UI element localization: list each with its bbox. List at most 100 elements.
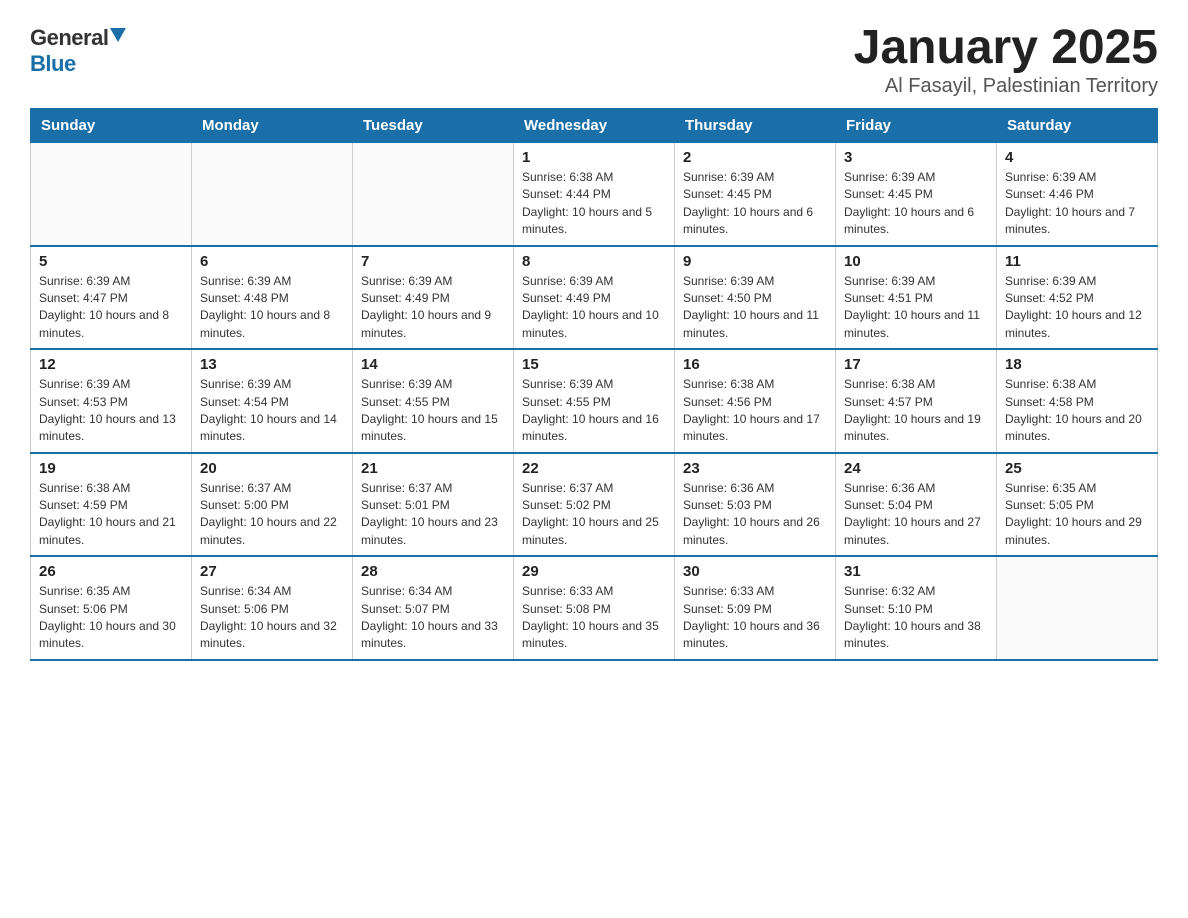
header-cell-saturday: Saturday	[997, 109, 1158, 143]
day-cell: 10 Sunrise: 6:39 AM Sunset: 4:51 PM Dayli…	[836, 246, 997, 350]
day-info: Sunrise: 6:39 AM Sunset: 4:50 PM Dayligh…	[683, 273, 827, 343]
day-number: 1	[522, 149, 666, 166]
day-cell: 18 Sunrise: 6:38 AM Sunset: 4:58 PM Dayli…	[997, 349, 1158, 453]
day-number: 21	[361, 460, 505, 477]
header-cell-thursday: Thursday	[675, 109, 836, 143]
title-section: January 2025 Al Fasayil, Palestinian Ter…	[854, 20, 1158, 98]
day-cell: 20Sunrise: 6:37 AM Sunset: 5:00 PM Dayli…	[192, 453, 353, 557]
week-row-4: 19Sunrise: 6:38 AM Sunset: 4:59 PM Dayli…	[31, 453, 1158, 557]
month-title: January 2025	[854, 20, 1158, 75]
header-cell-monday: Monday	[192, 109, 353, 143]
day-cell: 21Sunrise: 6:37 AM Sunset: 5:01 PM Dayli…	[353, 453, 514, 557]
day-info: Sunrise: 6:38 AM Sunset: 4:56 PM Dayligh…	[683, 376, 827, 446]
day-number: 6	[200, 253, 344, 270]
logo-blue-text: Blue	[30, 51, 76, 77]
day-info: Sunrise: 6:39 AM Sunset: 4:52 PM Dayligh…	[1005, 273, 1149, 343]
week-row-1: 1 Sunrise: 6:38 AM Sunset: 4:44 PM Daylig…	[31, 143, 1158, 246]
day-info: Sunrise: 6:38 AM Sunset: 4:57 PM Dayligh…	[844, 376, 988, 446]
day-info: Sunrise: 6:38 AM Sunset: 4:44 PM Dayligh…	[522, 169, 666, 239]
header-cell-sunday: Sunday	[31, 109, 192, 143]
logo: General Blue	[30, 20, 126, 77]
day-info: Sunrise: 6:35 AM Sunset: 5:06 PM Dayligh…	[39, 583, 183, 653]
day-cell: 9Sunrise: 6:39 AM Sunset: 4:50 PM Daylig…	[675, 246, 836, 350]
day-cell: 6 Sunrise: 6:39 AM Sunset: 4:48 PM Daylig…	[192, 246, 353, 350]
day-number: 10	[844, 253, 988, 270]
day-number: 4	[1005, 149, 1149, 166]
day-cell: 12Sunrise: 6:39 AM Sunset: 4:53 PM Dayli…	[31, 349, 192, 453]
day-number: 5	[39, 253, 183, 270]
day-cell: 29 Sunrise: 6:33 AM Sunset: 5:08 PM Dayli…	[514, 556, 675, 660]
day-info: Sunrise: 6:39 AM Sunset: 4:55 PM Dayligh…	[361, 376, 505, 446]
day-number: 29	[522, 563, 666, 580]
day-cell: 3 Sunrise: 6:39 AM Sunset: 4:45 PM Daylig…	[836, 143, 997, 246]
day-info: Sunrise: 6:33 AM Sunset: 5:08 PM Dayligh…	[522, 583, 666, 653]
day-info: Sunrise: 6:34 AM Sunset: 5:06 PM Dayligh…	[200, 583, 344, 653]
day-info: Sunrise: 6:39 AM Sunset: 4:55 PM Dayligh…	[522, 376, 666, 446]
day-cell: 31Sunrise: 6:32 AM Sunset: 5:10 PM Dayli…	[836, 556, 997, 660]
day-number: 13	[200, 356, 344, 373]
day-number: 25	[1005, 460, 1149, 477]
calendar-header: SundayMondayTuesdayWednesdayThursdayFrid…	[31, 109, 1158, 143]
week-row-2: 5 Sunrise: 6:39 AM Sunset: 4:47 PM Daylig…	[31, 246, 1158, 350]
day-info: Sunrise: 6:33 AM Sunset: 5:09 PM Dayligh…	[683, 583, 827, 653]
week-row-5: 26 Sunrise: 6:35 AM Sunset: 5:06 PM Dayli…	[31, 556, 1158, 660]
day-number: 7	[361, 253, 505, 270]
day-cell	[997, 556, 1158, 660]
day-cell: 19Sunrise: 6:38 AM Sunset: 4:59 PM Dayli…	[31, 453, 192, 557]
logo-triangle-icon	[110, 28, 126, 42]
day-info: Sunrise: 6:39 AM Sunset: 4:49 PM Dayligh…	[361, 273, 505, 343]
day-cell: 17 Sunrise: 6:38 AM Sunset: 4:57 PM Dayli…	[836, 349, 997, 453]
day-cell: 14 Sunrise: 6:39 AM Sunset: 4:55 PM Dayli…	[353, 349, 514, 453]
day-number: 14	[361, 356, 505, 373]
calendar-table: SundayMondayTuesdayWednesdayThursdayFrid…	[30, 108, 1158, 661]
day-number: 11	[1005, 253, 1149, 270]
day-number: 2	[683, 149, 827, 166]
day-info: Sunrise: 6:39 AM Sunset: 4:53 PM Dayligh…	[39, 376, 183, 446]
day-info: Sunrise: 6:37 AM Sunset: 5:02 PM Dayligh…	[522, 480, 666, 550]
logo-general-text: General	[30, 25, 108, 51]
header-cell-wednesday: Wednesday	[514, 109, 675, 143]
day-number: 30	[683, 563, 827, 580]
day-info: Sunrise: 6:39 AM Sunset: 4:47 PM Dayligh…	[39, 273, 183, 343]
day-cell	[31, 143, 192, 246]
day-cell: 16 Sunrise: 6:38 AM Sunset: 4:56 PM Dayli…	[675, 349, 836, 453]
day-cell: 28Sunrise: 6:34 AM Sunset: 5:07 PM Dayli…	[353, 556, 514, 660]
day-cell: 25 Sunrise: 6:35 AM Sunset: 5:05 PM Dayli…	[997, 453, 1158, 557]
day-cell: 27Sunrise: 6:34 AM Sunset: 5:06 PM Dayli…	[192, 556, 353, 660]
day-number: 3	[844, 149, 988, 166]
day-info: Sunrise: 6:35 AM Sunset: 5:05 PM Dayligh…	[1005, 480, 1149, 550]
day-info: Sunrise: 6:32 AM Sunset: 5:10 PM Dayligh…	[844, 583, 988, 653]
day-number: 28	[361, 563, 505, 580]
header-cell-friday: Friday	[836, 109, 997, 143]
day-info: Sunrise: 6:36 AM Sunset: 5:04 PM Dayligh…	[844, 480, 988, 550]
day-number: 23	[683, 460, 827, 477]
day-cell: 15Sunrise: 6:39 AM Sunset: 4:55 PM Dayli…	[514, 349, 675, 453]
day-info: Sunrise: 6:39 AM Sunset: 4:45 PM Dayligh…	[844, 169, 988, 239]
day-info: Sunrise: 6:39 AM Sunset: 4:54 PM Dayligh…	[200, 376, 344, 446]
day-cell: 26 Sunrise: 6:35 AM Sunset: 5:06 PM Dayli…	[31, 556, 192, 660]
day-cell: 1 Sunrise: 6:38 AM Sunset: 4:44 PM Daylig…	[514, 143, 675, 246]
calendar-body: 1 Sunrise: 6:38 AM Sunset: 4:44 PM Daylig…	[31, 143, 1158, 660]
day-number: 18	[1005, 356, 1149, 373]
day-number: 24	[844, 460, 988, 477]
day-cell: 2 Sunrise: 6:39 AM Sunset: 4:45 PM Daylig…	[675, 143, 836, 246]
day-cell: 5 Sunrise: 6:39 AM Sunset: 4:47 PM Daylig…	[31, 246, 192, 350]
day-cell: 7 Sunrise: 6:39 AM Sunset: 4:49 PM Daylig…	[353, 246, 514, 350]
day-info: Sunrise: 6:39 AM Sunset: 4:45 PM Dayligh…	[683, 169, 827, 239]
day-info: Sunrise: 6:39 AM Sunset: 4:51 PM Dayligh…	[844, 273, 988, 343]
location-text: Al Fasayil, Palestinian Territory	[854, 75, 1158, 98]
day-cell: 22Sunrise: 6:37 AM Sunset: 5:02 PM Dayli…	[514, 453, 675, 557]
day-info: Sunrise: 6:39 AM Sunset: 4:48 PM Dayligh…	[200, 273, 344, 343]
day-info: Sunrise: 6:38 AM Sunset: 4:59 PM Dayligh…	[39, 480, 183, 550]
day-cell: 8Sunrise: 6:39 AM Sunset: 4:49 PM Daylig…	[514, 246, 675, 350]
day-cell: 13 Sunrise: 6:39 AM Sunset: 4:54 PM Dayli…	[192, 349, 353, 453]
day-info: Sunrise: 6:38 AM Sunset: 4:58 PM Dayligh…	[1005, 376, 1149, 446]
header-row: SundayMondayTuesdayWednesdayThursdayFrid…	[31, 109, 1158, 143]
day-number: 26	[39, 563, 183, 580]
day-info: Sunrise: 6:36 AM Sunset: 5:03 PM Dayligh…	[683, 480, 827, 550]
day-number: 16	[683, 356, 827, 373]
day-number: 17	[844, 356, 988, 373]
week-row-3: 12Sunrise: 6:39 AM Sunset: 4:53 PM Dayli…	[31, 349, 1158, 453]
day-cell: 30 Sunrise: 6:33 AM Sunset: 5:09 PM Dayli…	[675, 556, 836, 660]
day-cell	[353, 143, 514, 246]
